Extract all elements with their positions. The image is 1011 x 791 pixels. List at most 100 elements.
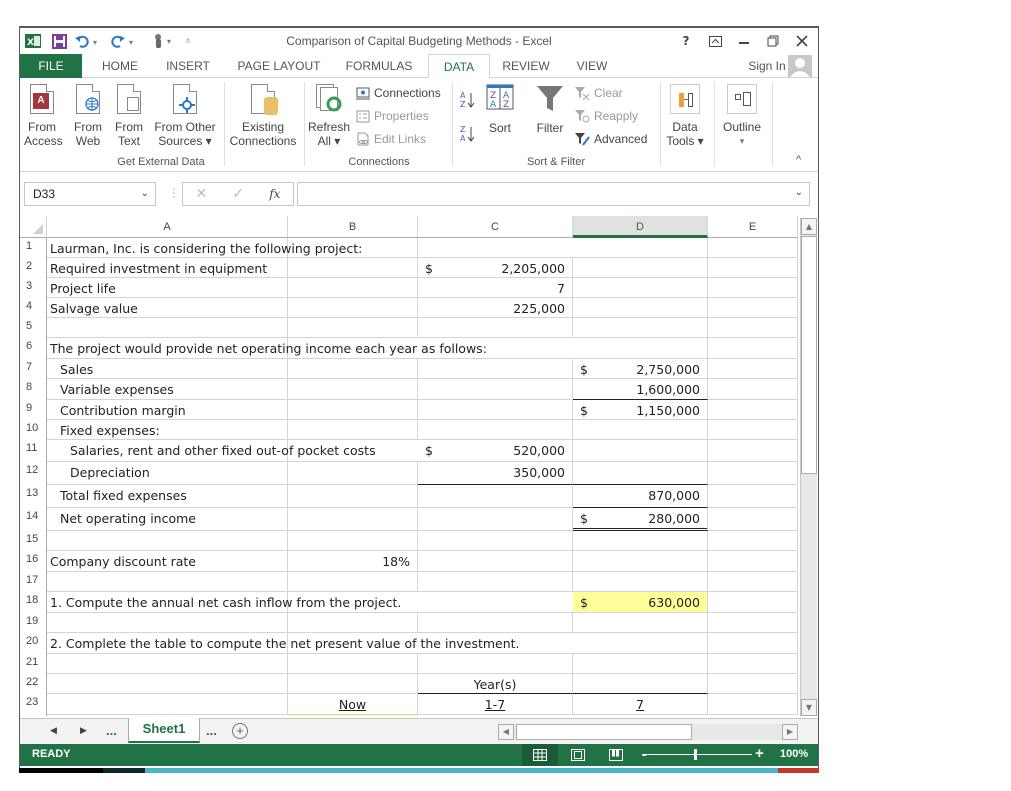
- row-header[interactable]: 21: [20, 654, 47, 674]
- cell-a15[interactable]: [47, 531, 288, 551]
- tab-view[interactable]: VIEW: [568, 54, 616, 78]
- cell-e18[interactable]: [708, 592, 798, 613]
- cell-a18[interactable]: 1. Compute the annual net cash inflow fr…: [47, 592, 401, 613]
- cell-b9[interactable]: [288, 400, 418, 420]
- cell-e19[interactable]: [708, 613, 798, 633]
- cell-a19[interactable]: [47, 613, 288, 633]
- row-header[interactable]: 12: [20, 462, 47, 485]
- cell-e7[interactable]: [708, 359, 798, 379]
- prev-sheet-icon[interactable]: ◀: [50, 725, 57, 736]
- cell-b2[interactable]: [288, 258, 418, 278]
- cell-e5[interactable]: [708, 318, 798, 338]
- connections-button[interactable]: Connections: [356, 86, 441, 100]
- cell-d16[interactable]: [573, 551, 708, 572]
- cell-d23[interactable]: 7: [573, 694, 708, 715]
- cell-e21[interactable]: [708, 654, 798, 674]
- cell-d15[interactable]: [573, 531, 708, 551]
- cell-a12[interactable]: Depreciation: [47, 462, 288, 485]
- row-header[interactable]: 15: [20, 531, 47, 551]
- cell-b19[interactable]: [288, 613, 418, 633]
- horizontal-scroll-thumb[interactable]: [516, 724, 692, 740]
- cell-e16[interactable]: [708, 551, 798, 572]
- advanced-filter-button[interactable]: Advanced: [574, 132, 647, 146]
- column-header-e[interactable]: E: [708, 216, 798, 238]
- add-sheet-icon[interactable]: +: [232, 723, 248, 739]
- name-box-dropdown-icon[interactable]: ⌄: [141, 183, 149, 205]
- zoom-slider[interactable]: [642, 749, 752, 760]
- column-header-b[interactable]: B: [288, 216, 418, 238]
- cell-a7[interactable]: Sales: [47, 359, 288, 379]
- tab-file[interactable]: FILE: [20, 54, 82, 78]
- cell-d21[interactable]: [573, 654, 708, 674]
- cell-d17[interactable]: [573, 572, 708, 592]
- from-access-button[interactable]: A From Access: [24, 84, 63, 148]
- column-header-d[interactable]: D: [573, 216, 708, 238]
- cell-a1[interactable]: Laurman, Inc. is considering the followi…: [47, 238, 362, 258]
- cell-e12[interactable]: [708, 462, 798, 485]
- cell-c4[interactable]: 225,000: [418, 298, 573, 318]
- user-avatar-icon[interactable]: [788, 55, 812, 77]
- cell-d9[interactable]: $1,150,000: [573, 400, 708, 420]
- sheet-tab-sheet1[interactable]: Sheet1: [128, 718, 200, 743]
- more-sheets-left[interactable]: ...: [106, 723, 117, 738]
- cell-d10[interactable]: [573, 420, 708, 440]
- data-tools-button[interactable]: Data Tools ▾: [666, 84, 704, 148]
- cell-e1[interactable]: [708, 238, 798, 258]
- cell-e10[interactable]: [708, 420, 798, 440]
- cell-d14[interactable]: $280,000: [573, 508, 708, 531]
- cell-e14[interactable]: [708, 508, 798, 531]
- cell-e6[interactable]: [708, 338, 798, 359]
- cell-d22[interactable]: [573, 674, 708, 694]
- scroll-up-icon[interactable]: ▲: [801, 218, 817, 235]
- page-layout-view-button[interactable]: [560, 744, 596, 766]
- cell-d3[interactable]: [573, 278, 708, 298]
- cell-c3[interactable]: 7: [418, 278, 573, 298]
- row-header[interactable]: 10: [20, 420, 47, 440]
- cell-b17[interactable]: [288, 572, 418, 592]
- cell-c23[interactable]: 1-7: [418, 694, 573, 715]
- column-header-c[interactable]: C: [418, 216, 573, 238]
- refresh-all-button[interactable]: Refresh All ▾: [308, 84, 350, 148]
- cell-d19[interactable]: [573, 613, 708, 633]
- cell-a6[interactable]: The project would provide net operating …: [47, 338, 487, 359]
- row-header[interactable]: 17: [20, 572, 47, 592]
- cell-e9[interactable]: [708, 400, 798, 420]
- from-other-sources-button[interactable]: From Other Sources ▾: [152, 84, 218, 148]
- sort-a-to-z-button[interactable]: AZ: [460, 90, 476, 110]
- cell-b5[interactable]: [288, 318, 418, 338]
- vertical-scroll-thumb[interactable]: [801, 236, 817, 474]
- cell-c17[interactable]: [418, 572, 573, 592]
- row-header[interactable]: 19: [20, 613, 47, 633]
- spreadsheet-grid[interactable]: A B C D E 1 Laurman, Inc. is considering …: [20, 216, 798, 716]
- cell-d8[interactable]: 1,600,000: [573, 379, 708, 400]
- cell-e23[interactable]: [708, 694, 798, 715]
- cell-a2[interactable]: Required investment in equipment: [47, 258, 288, 278]
- name-box[interactable]: D33 ⌄: [24, 182, 156, 206]
- cell-d18[interactable]: $630,000: [573, 592, 708, 613]
- scroll-down-icon[interactable]: ▼: [801, 699, 817, 716]
- cell-c16[interactable]: [418, 551, 573, 572]
- cell-c22[interactable]: Year(s): [418, 674, 573, 694]
- scroll-left-icon[interactable]: ◀: [498, 724, 514, 740]
- from-web-button[interactable]: From Web: [70, 84, 106, 148]
- cell-a20[interactable]: 2. Complete the table to compute the net…: [47, 633, 520, 654]
- cell-b12[interactable]: [288, 462, 418, 485]
- cell-c13[interactable]: [418, 485, 573, 508]
- cancel-icon[interactable]: ✕: [196, 186, 208, 202]
- sort-z-to-a-button[interactable]: ZA: [460, 124, 476, 144]
- next-sheet-icon[interactable]: ▶: [80, 725, 87, 736]
- cell-b23[interactable]: Now: [288, 694, 418, 715]
- formula-input[interactable]: ⌄: [297, 182, 810, 206]
- column-header-a[interactable]: A: [47, 216, 288, 238]
- row-header[interactable]: 16: [20, 551, 47, 572]
- horizontal-scrollbar[interactable]: ◀ ▶: [498, 724, 798, 740]
- cell-a13[interactable]: Total fixed expenses: [47, 485, 288, 508]
- cell-a10[interactable]: Fixed expenses:: [47, 420, 288, 440]
- vertical-scrollbar[interactable]: ▲ ▼: [800, 218, 817, 716]
- edit-links-button[interactable]: Edit Links: [356, 132, 426, 146]
- row-header[interactable]: 2: [20, 258, 47, 278]
- select-all-button[interactable]: [20, 216, 47, 238]
- cell-b3[interactable]: [288, 278, 418, 298]
- cell-e3[interactable]: [708, 278, 798, 298]
- cell-d4[interactable]: [573, 298, 708, 318]
